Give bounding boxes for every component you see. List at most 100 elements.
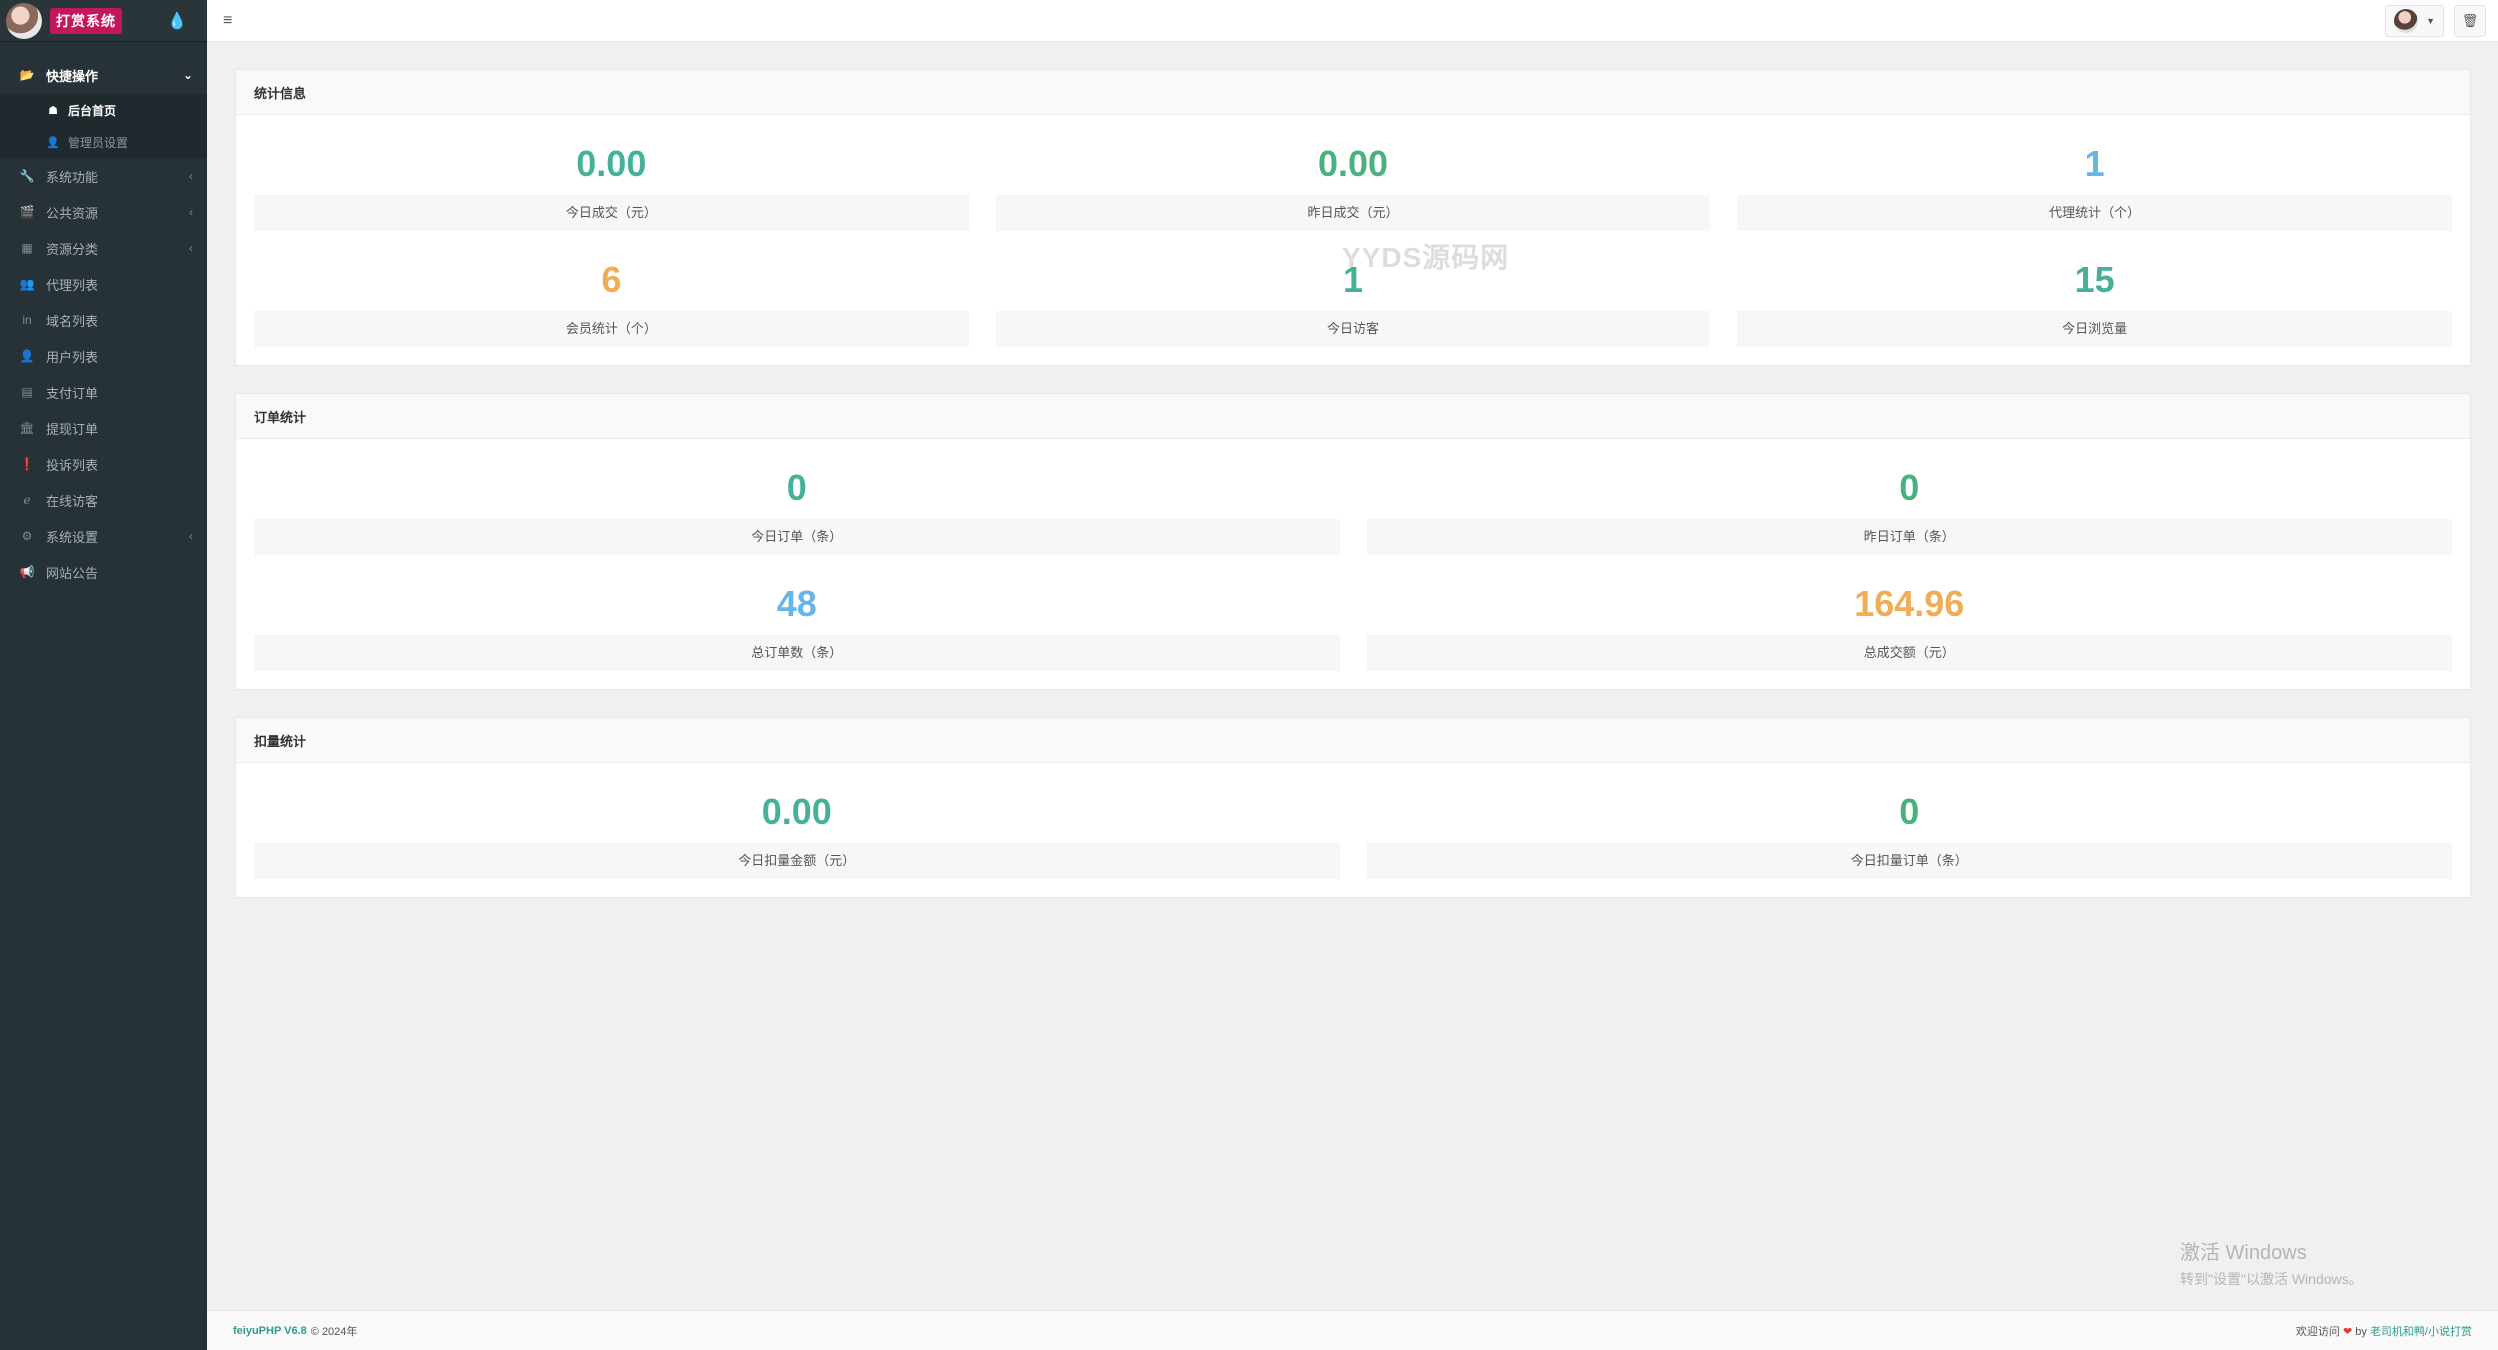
list-icon: ▤ [21, 385, 33, 399]
chevron-left-icon: ‹ [189, 205, 193, 219]
stat-value: 1 [2084, 143, 2105, 184]
folder-open-icon: 📂 [19, 68, 35, 82]
grid-icon: ▦ [21, 241, 33, 255]
stat-label: 会员统计（个） [254, 311, 969, 347]
sidebar-item-label: 用户列表 [46, 349, 99, 365]
stat-label: 昨日成交（元） [995, 195, 1711, 231]
stat-today-deduct-orders: 0 今日扣量订单（条） [1366, 781, 2452, 879]
sidebar-submenu: ☗ 后台首页 👤 管理员设置 [0, 94, 207, 158]
sidebar-item-admin-settings[interactable]: 👤 管理员设置 [0, 126, 207, 158]
footer-credits: 欢迎访问 ❤ by 老司机和鸭/小说打赏 [2296, 1323, 2472, 1339]
sidebar-nav: 📂 快捷操作 ⌄ ☗ 后台首页 👤 管理员设置 🔧 系统功能 ‹ 🎬 公共资源 … [0, 56, 207, 590]
theme-drop-icon[interactable]: 💧 [167, 11, 187, 31]
chevron-left-icon: ‹ [189, 241, 193, 255]
panel-orders: 订单统计 0 今日订单（条） 0 昨日订单（条） 48 总订单数（条） 164.… [235, 393, 2471, 690]
topbar-actions: ▼ 🗑 [2385, 4, 2486, 37]
brand-logo[interactable]: 打赏系统 [50, 7, 122, 34]
sidebar: 打赏系统 💧 📂 快捷操作 ⌄ ☗ 后台首页 👤 管理员设置 🔧 系统功能 ‹ … [0, 0, 207, 1350]
stat-label: 今日成交（元） [254, 195, 969, 231]
stat-label: 总订单数（条） [254, 635, 1340, 671]
sidebar-item-agent-list[interactable]: 👥 代理列表 [0, 266, 207, 302]
stat-value: 0.00 [761, 791, 832, 832]
sidebar-item-label: 在线访客 [46, 493, 99, 509]
stat-total-revenue: 164.96 总成交额（元） [1366, 573, 2452, 671]
footer-by: by [2355, 1325, 2367, 1338]
gear-icon: ⚙ [21, 529, 33, 543]
panel-statistics: 统计信息 0.00 今日成交（元） 0.00 昨日成交（元） 1 代理统计（个）… [235, 69, 2471, 366]
user-menu-button[interactable]: ▼ [2385, 4, 2444, 37]
megaphone-icon: 📢 [19, 565, 35, 579]
main-content: 统计信息 0.00 今日成交（元） 0.00 昨日成交（元） 1 代理统计（个）… [235, 69, 2471, 925]
footer-author-link[interactable]: 老司机和鸭/小说打赏 [2370, 1326, 2472, 1338]
wrench-icon: 🔧 [19, 169, 35, 183]
stat-value: 164.96 [1854, 583, 1965, 624]
sidebar-item-online-visitors[interactable]: ℯ 在线访客 [0, 482, 207, 518]
trash-icon: 🗑 [2461, 12, 2479, 28]
stat-total-orders: 48 总订单数（条） [254, 573, 1340, 671]
sidebar-item-site-announcements[interactable]: 📢 网站公告 [0, 554, 207, 590]
bank-icon: 🏛 [19, 421, 35, 435]
activation-subtitle: 转到"设置"以激活 Windows。 [2180, 1271, 2363, 1287]
stat-today-deduct-amount: 0.00 今日扣量金额（元） [254, 781, 1340, 879]
stat-yesterday-revenue: 0.00 昨日成交（元） [995, 133, 1711, 231]
sidebar-item-label: 系统功能 [46, 169, 99, 185]
stat-label: 今日扣量订单（条） [1366, 843, 2452, 879]
stat-value: 0 [786, 467, 807, 508]
sidebar-item-label: 管理员设置 [68, 135, 129, 150]
topbar: ≡ ▼ 🗑 [207, 0, 2498, 42]
sidebar-item-label: 公共资源 [46, 205, 99, 221]
stat-label: 代理统计（个） [1737, 195, 2452, 231]
sidebar-item-system-settings[interactable]: ⚙ 系统设置 ‹ [0, 518, 207, 554]
stat-today-pageviews: 15 今日浏览量 [1737, 249, 2452, 347]
stat-label: 今日浏览量 [1737, 311, 2452, 347]
footer-brand[interactable]: feiyuPHP V6.8 [233, 1325, 307, 1337]
panel-title: 扣量统计 [236, 718, 2470, 763]
stat-today-revenue: 0.00 今日成交（元） [254, 133, 969, 231]
panel-deduction: 扣量统计 0.00 今日扣量金额（元） 0 今日扣量订单（条） [235, 717, 2471, 898]
sidebar-item-domain-list[interactable]: in 域名列表 [0, 302, 207, 338]
chevron-down-icon: ⌄ [182, 68, 193, 82]
watermark-text: YYDS源码网 [1342, 242, 1510, 273]
sidebar-group-label: 快捷操作 [46, 68, 99, 84]
sidebar-group-quick-actions[interactable]: 📂 快捷操作 ⌄ [0, 56, 207, 94]
stat-label: 今日扣量金额（元） [254, 843, 1340, 879]
stat-value: 48 [776, 583, 817, 624]
stat-label: 昨日订单（条） [1366, 519, 2452, 555]
panel-title: 订单统计 [236, 394, 2470, 439]
stat-label: 今日访客 [995, 311, 1711, 347]
chevron-left-icon: ‹ [189, 529, 193, 543]
video-icon: 🎬 [19, 205, 35, 219]
menu-toggle-icon[interactable]: ≡ [223, 12, 232, 30]
sidebar-item-label: 投诉列表 [46, 457, 99, 473]
caret-down-icon: ▼ [2426, 15, 2435, 26]
sidebar-item-label: 域名列表 [46, 313, 99, 329]
avatar [2394, 8, 2419, 33]
sidebar-item-payment-orders[interactable]: ▤ 支付订单 [0, 374, 207, 410]
sidebar-item-user-list[interactable]: 👤 用户列表 [0, 338, 207, 374]
sidebar-item-public-resources[interactable]: 🎬 公共资源 ‹ [0, 194, 207, 230]
sidebar-item-label: 代理列表 [46, 277, 99, 293]
user-icon: 👤 [19, 349, 35, 363]
browser-icon: ℯ [23, 493, 31, 507]
brand-avatar[interactable] [6, 2, 42, 39]
sidebar-item-label: 系统设置 [46, 529, 99, 545]
sidebar-item-system-functions[interactable]: 🔧 系统功能 ‹ [0, 158, 207, 194]
sidebar-item-label: 资源分类 [46, 241, 99, 257]
sidebar-item-resource-categories[interactable]: ▦ 资源分类 ‹ [0, 230, 207, 266]
activation-title: 激活 Windows [2180, 1242, 2307, 1264]
exclamation-icon: ❗ [19, 457, 35, 471]
brand-bar: 打赏系统 💧 [0, 0, 207, 42]
clear-cache-button[interactable]: 🗑 [2454, 4, 2486, 37]
stat-value: 0 [1899, 791, 1920, 832]
panel-title: 统计信息 [236, 70, 2470, 115]
sidebar-item-dashboard[interactable]: ☗ 后台首页 [0, 94, 207, 126]
stat-agents: 1 代理统计（个） [1737, 133, 2452, 231]
windows-activation-notice: 激活 Windows 转到"设置"以激活 Windows。 [2180, 1236, 2363, 1289]
dashboard-icon: ☗ [48, 104, 58, 117]
user-icon: 👤 [46, 136, 60, 149]
sidebar-item-complaints[interactable]: ❗ 投诉列表 [0, 446, 207, 482]
sidebar-item-label: 网站公告 [46, 565, 99, 581]
sidebar-item-withdraw-orders[interactable]: 🏛 提现订单 [0, 410, 207, 446]
sidebar-item-label: 提现订单 [46, 421, 99, 437]
linkedin-icon: in [22, 313, 32, 327]
